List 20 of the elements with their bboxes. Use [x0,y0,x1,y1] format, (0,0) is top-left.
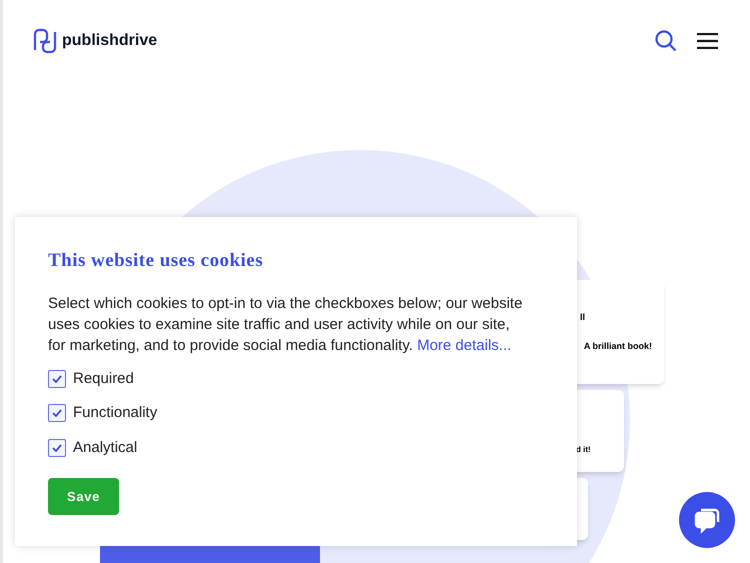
checkbox-label: Analytical [73,438,138,458]
more-details-link[interactable]: More details... [417,336,512,354]
checkbox-label: Required [73,368,134,388]
checkbox[interactable] [48,404,66,422]
checkbox[interactable] [48,438,66,457]
menu-icon[interactable] [697,33,718,49]
search-icon[interactable] [655,30,677,52]
checkbox[interactable] [48,370,66,388]
save-button[interactable]: Save [48,478,119,515]
logo-text[interactable]: publishdrive [62,29,158,53]
chat-bubble-icon [693,506,721,534]
check-icon [52,374,62,383]
check-icon [52,409,62,418]
dialog-description: Select which cookies to opt-in to via the checkboxes below; our website uses cookies to examine site traffic and user activity while on our site, for marketing, and to provide social media functionality. More details... [48,294,524,356]
check-icon [52,444,62,452]
card-text: A brilliant book! [584,340,652,353]
card-text: ll [579,310,586,324]
checkbox-label: Functionality [73,403,158,423]
logo-icon [32,28,58,54]
dialog-title: This website uses cookies [48,249,264,273]
